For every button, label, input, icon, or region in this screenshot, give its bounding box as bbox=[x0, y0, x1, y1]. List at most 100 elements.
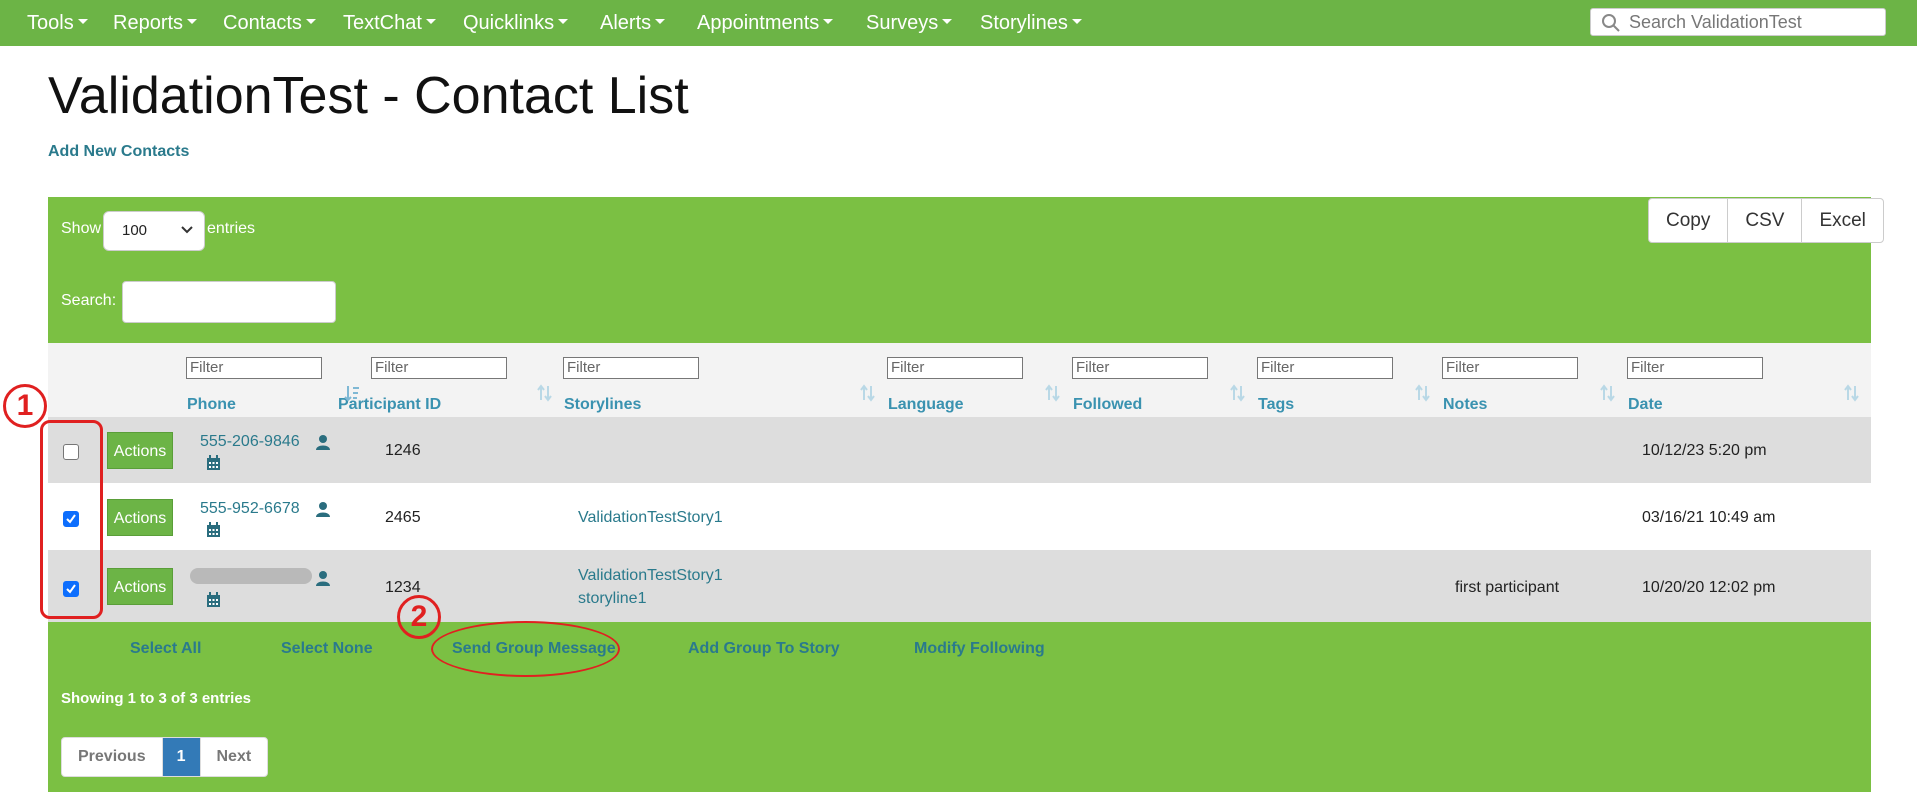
sort-icon[interactable] bbox=[1844, 384, 1860, 402]
caret-down-icon bbox=[425, 19, 436, 25]
nav-textchat-menu[interactable]: TextChat bbox=[343, 0, 436, 46]
nav-reports-menu[interactable]: Reports bbox=[113, 0, 198, 46]
nav-alerts-label: Alerts bbox=[600, 12, 652, 34]
participant-id-cell: 1246 bbox=[385, 442, 421, 459]
page-title: ValidationTest - Contact List bbox=[48, 67, 689, 125]
participant-id-cell: 2465 bbox=[385, 509, 421, 526]
caret-down-icon bbox=[187, 19, 198, 25]
contact-person-icon[interactable] bbox=[315, 570, 331, 587]
sort-icon[interactable] bbox=[537, 384, 553, 402]
global-search-input[interactable] bbox=[1629, 10, 1879, 34]
phone-link[interactable]: 555-952-6678 bbox=[200, 500, 300, 518]
sort-icon[interactable] bbox=[1045, 384, 1061, 402]
top-navbar: Tools Reports Contacts TextChat Quicklin… bbox=[0, 0, 1917, 46]
nav-tools-menu[interactable]: Tools bbox=[27, 0, 88, 46]
previous-page-button[interactable]: Previous bbox=[62, 738, 162, 776]
entries-length-select[interactable]: 100 bbox=[103, 211, 205, 251]
nav-contacts-label: Contacts bbox=[223, 12, 302, 34]
select-all-link[interactable]: Select All bbox=[130, 640, 201, 658]
next-page-button[interactable]: Next bbox=[199, 738, 268, 776]
nav-surveys-label: Surveys bbox=[866, 12, 939, 34]
nav-alerts-menu[interactable]: Alerts bbox=[600, 0, 666, 46]
page-1-button[interactable]: 1 bbox=[161, 738, 200, 776]
column-header-phone[interactable]: Phone bbox=[187, 396, 236, 414]
excel-button[interactable]: Excel bbox=[1801, 199, 1882, 242]
filter-tags[interactable]: Filter bbox=[1257, 357, 1393, 379]
caret-down-icon bbox=[305, 19, 316, 25]
sort-ascending-icon[interactable] bbox=[344, 384, 360, 402]
nav-textchat-label: TextChat bbox=[343, 12, 422, 34]
filter-notes[interactable]: Filter bbox=[1442, 357, 1578, 379]
caret-down-icon bbox=[655, 19, 666, 25]
actions-button[interactable]: Actions bbox=[107, 432, 173, 469]
contact-person-icon[interactable] bbox=[315, 434, 331, 451]
column-header-date[interactable]: Date bbox=[1628, 396, 1663, 414]
filter-storylines[interactable]: Filter bbox=[563, 357, 699, 379]
date-cell: 10/20/20 12:02 pm bbox=[1642, 579, 1776, 596]
table-info-text: Showing 1 to 3 of 3 entries bbox=[61, 690, 252, 707]
redacted-phone bbox=[190, 568, 312, 584]
filter-phone[interactable]: Filter bbox=[186, 357, 322, 379]
table-search-input[interactable] bbox=[122, 281, 336, 323]
sort-icon[interactable] bbox=[1230, 384, 1246, 402]
nav-storylines-label: Storylines bbox=[980, 12, 1068, 34]
caret-down-icon bbox=[823, 19, 834, 25]
nav-quicklinks-menu[interactable]: Quicklinks bbox=[463, 0, 569, 46]
actions-button[interactable]: Actions bbox=[107, 568, 173, 605]
select-none-link[interactable]: Select None bbox=[281, 640, 373, 658]
contact-person-icon[interactable] bbox=[315, 501, 331, 518]
column-header-tags[interactable]: Tags bbox=[1258, 396, 1294, 414]
table-search-label: Search: bbox=[61, 292, 117, 309]
nav-reports-label: Reports bbox=[113, 12, 184, 34]
chevron-down-icon bbox=[181, 226, 193, 234]
calendar-icon[interactable] bbox=[206, 522, 221, 538]
nav-appointments-menu[interactable]: Appointments bbox=[697, 0, 834, 46]
copy-button[interactable]: Copy bbox=[1649, 199, 1727, 242]
entries-label: entries bbox=[207, 220, 256, 237]
csv-button[interactable]: CSV bbox=[1727, 199, 1801, 242]
calendar-icon[interactable] bbox=[206, 455, 221, 471]
annotation-number-1: 1 bbox=[16, 389, 34, 422]
caret-down-icon bbox=[942, 19, 953, 25]
nav-quicklinks-label: Quicklinks bbox=[463, 12, 555, 34]
annotation-number-2: 2 bbox=[410, 600, 428, 633]
notes-cell: first participant bbox=[1455, 579, 1560, 596]
sort-icon[interactable] bbox=[1600, 384, 1616, 402]
storyline-link[interactable]: ValidationTestStory1 bbox=[578, 567, 723, 585]
filter-language[interactable]: Filter bbox=[887, 357, 1023, 379]
storyline-link[interactable]: storyline1 bbox=[578, 590, 646, 608]
caret-down-icon bbox=[558, 19, 569, 25]
show-label: Show bbox=[61, 220, 102, 237]
column-header-followed[interactable]: Followed bbox=[1073, 396, 1142, 414]
filter-followed[interactable]: Filter bbox=[1072, 357, 1208, 379]
search-icon bbox=[1602, 14, 1620, 32]
nav-storylines-menu[interactable]: Storylines bbox=[980, 0, 1082, 46]
filter-participant-id[interactable]: Filter bbox=[371, 357, 507, 379]
filter-date[interactable]: Filter bbox=[1627, 357, 1763, 379]
phone-link[interactable]: 555-206-9846 bbox=[200, 433, 300, 451]
add-new-contacts-link[interactable]: Add New Contacts bbox=[48, 143, 189, 161]
column-header-notes[interactable]: Notes bbox=[1443, 396, 1487, 414]
pagination: Previous 1 Next bbox=[61, 737, 269, 777]
nav-contacts-menu[interactable]: Contacts bbox=[223, 0, 316, 46]
storyline-link[interactable]: ValidationTestStory1 bbox=[578, 509, 723, 527]
column-header-language[interactable]: Language bbox=[888, 396, 964, 414]
actions-button[interactable]: Actions bbox=[107, 499, 173, 536]
export-buttons: Copy CSV Excel bbox=[1648, 198, 1884, 243]
annotation-oval-send-group-message bbox=[431, 621, 620, 677]
calendar-icon[interactable] bbox=[206, 592, 221, 608]
date-cell: 10/12/23 5:20 pm bbox=[1642, 442, 1767, 459]
global-search-box[interactable] bbox=[1590, 8, 1886, 36]
nav-surveys-menu[interactable]: Surveys bbox=[866, 0, 953, 46]
annotation-box-checkboxes bbox=[40, 420, 103, 619]
modify-following-link[interactable]: Modify Following bbox=[914, 640, 1045, 658]
sort-icon[interactable] bbox=[860, 384, 876, 402]
caret-down-icon bbox=[1071, 19, 1082, 25]
entries-length-value: 100 bbox=[122, 222, 148, 239]
column-header-storylines[interactable]: Storylines bbox=[564, 396, 641, 414]
nav-tools-label: Tools bbox=[27, 12, 74, 34]
add-group-to-story-link[interactable]: Add Group To Story bbox=[688, 640, 840, 658]
sort-icon[interactable] bbox=[1415, 384, 1431, 402]
caret-down-icon bbox=[77, 19, 88, 25]
nav-appointments-label: Appointments bbox=[697, 12, 820, 34]
